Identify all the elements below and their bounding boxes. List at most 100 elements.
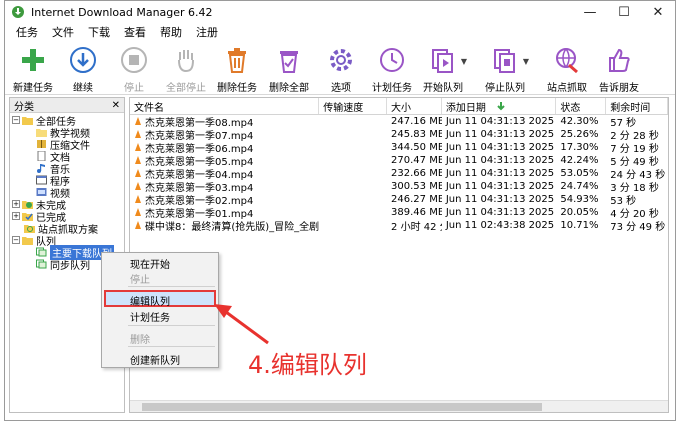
vlc-cone-icon [135,182,141,190]
column-name[interactable]: 文件名 [130,98,320,114]
file-size: 389.46 MB [391,207,442,218]
tell-friend-label: 告诉朋友 [599,83,639,94]
menu-delete[interactable]: 删除 [130,331,150,346]
resume-label: 继续 [73,83,93,94]
delete-all-button[interactable]: 删除全部 [263,45,315,94]
file-size: 2 小时 42 分 [391,222,442,233]
progress-status: 25.26% [560,129,599,140]
options-button[interactable]: 选项 [315,45,367,94]
stop-label: 停止 [124,83,144,94]
collapse-icon[interactable]: − [12,236,20,244]
scheduler-button[interactable]: 计划任务 [366,45,418,94]
file-size: 300.53 MB [391,181,442,192]
added-date: Jun 11 04:31:13 2025 [445,129,555,140]
stop-all-button[interactable]: 全部停止 [160,45,212,94]
expand-icon[interactable]: + [12,200,20,208]
menu-view[interactable]: 查看 [124,24,146,40]
scrollbar-thumb[interactable] [142,403,542,411]
plus-icon [22,49,44,71]
delete-task-label: 删除任务 [217,83,257,94]
stop-queue-button[interactable]: 停止队列 ▼ [479,45,531,94]
added-date: Jun 11 04:31:13 2025 [445,207,555,218]
hand-stop-icon [178,50,194,73]
progress-status: 42.30% [560,116,599,127]
added-date: Jun 11 04:31:13 2025 [445,194,555,205]
vlc-cone-icon [135,195,141,203]
folder-icon [36,129,47,137]
menu-separator [128,286,215,287]
column-speed[interactable]: 传输速度 [319,98,388,114]
collapse-icon[interactable]: − [12,116,20,124]
menu-bar: 任务 文件 下载 查看 帮助 注册 [5,23,675,41]
column-date[interactable]: 添加日期 [442,98,557,114]
column-status[interactable]: 状态 [556,98,607,114]
resume-button[interactable]: 继续 [57,45,109,94]
added-date: Jun 11 04:31:13 2025 [445,181,555,192]
program-window-icon [36,175,47,185]
film-icon [36,188,47,196]
new-task-label: 新建任务 [13,83,53,94]
column-remaining[interactable]: 剩余时间 [606,98,668,114]
queue-folder-icon [22,237,33,245]
tree-item-sync-queue[interactable]: 同步队列 [36,258,90,272]
sync-queue-icon [36,259,47,269]
added-date: Jun 11 04:31:13 2025 [445,142,555,153]
menu-download[interactable]: 下载 [88,24,110,40]
table-row[interactable]: 碟中谍8：最终清算(抢先版)_冒险_全剧... 2 小时 42 分Jun 11 0… [130,219,668,233]
queue-icon [36,247,47,257]
folder-progress-icon [22,201,33,209]
minimize-button[interactable]: — [573,1,607,23]
start-queue-dropdown-icon[interactable]: ▼ [461,57,467,66]
menu-create-queue[interactable]: 创建新队列 [130,352,180,367]
menu-help[interactable]: 帮助 [160,24,182,40]
vlc-cone-icon [135,169,141,177]
stop-queue-label: 停止队列 [485,83,525,94]
category-close-icon[interactable]: ✕ [112,100,120,111]
menu-edit-queue[interactable]: 编辑队列 [130,293,170,308]
music-note-icon [37,164,45,173]
queue-start-icon [432,49,453,73]
horizontal-scrollbar[interactable] [130,400,668,412]
maximize-button[interactable]: ☐ [607,1,641,23]
added-date: Jun 11 02:43:38 2025 [445,220,555,231]
vlc-cone-icon [135,130,141,138]
stop-icon [121,47,147,73]
options-label: 选项 [331,83,351,94]
progress-status: 42.24% [560,155,599,166]
menu-start-now[interactable]: 现在开始 [130,256,170,271]
column-size[interactable]: 大小 [387,98,442,114]
new-task-button[interactable]: 新建任务 [7,45,59,94]
idm-logo-icon [12,6,24,18]
grabber-button[interactable]: 站点抓取 [541,45,593,94]
thumbs-up-icon [609,48,630,72]
toolbar: 新建任务 继续 停止 全部停止 删除任务 删除全部 选项 计划任务 开始队列 ▼… [5,41,675,95]
close-button[interactable]: ✕ [641,1,675,23]
start-queue-button[interactable]: 开始队列 ▼ [417,45,469,94]
file-size: 245.83 MB [391,129,442,140]
gear-icon [330,49,352,71]
folder-open-icon [22,117,33,125]
delete-task-button[interactable]: 删除任务 [211,45,263,94]
file-size: 270.47 MB [391,155,442,166]
download-rows: 杰克莱恩第一季08.mp4 247.16 MB Jun 11 04:31:13 20… [130,115,668,233]
vlc-cone-icon [135,143,141,151]
download-arrow-icon [70,47,96,73]
menu-stop[interactable]: 停止 [130,271,150,286]
menu-task[interactable]: 任务 [16,24,38,40]
globe-hand-icon [556,48,578,74]
menu-separator [128,325,215,326]
progress-status: 20.05% [560,207,599,218]
stop-queue-dropdown-icon[interactable]: ▼ [523,57,529,66]
menu-schedule[interactable]: 计划任务 [130,309,170,324]
expand-icon[interactable]: + [12,212,20,220]
tell-friend-button[interactable]: 告诉朋友 [593,45,645,94]
file-size: 232.66 MB [391,168,442,179]
menu-register[interactable]: 注册 [196,24,218,40]
trash-check-icon [280,51,298,73]
stop-button[interactable]: 停止 [108,45,160,94]
menu-file[interactable]: 文件 [52,24,74,40]
queue-context-menu: 现在开始 停止 编辑队列 计划任务 删除 创建新队列 [101,252,219,368]
start-queue-label: 开始队列 [423,83,463,94]
window-controls: — ☐ ✕ [573,1,675,23]
file-size: 344.50 MB [391,142,442,153]
